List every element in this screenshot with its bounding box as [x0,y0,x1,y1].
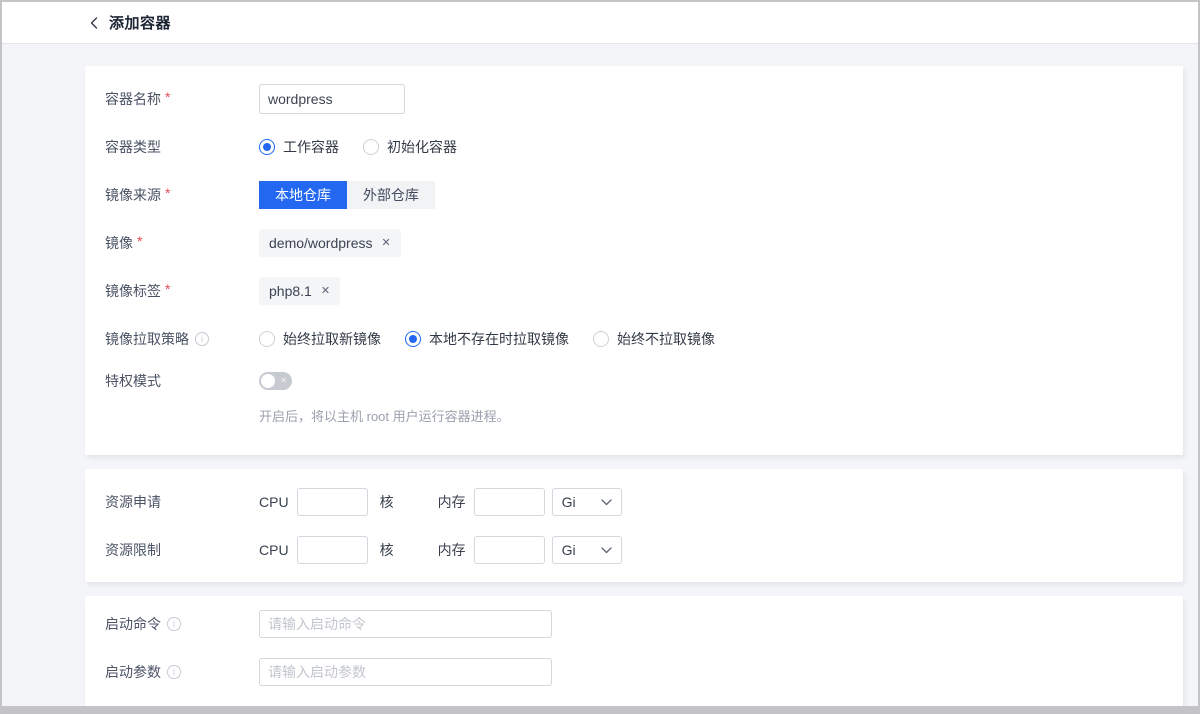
required-mark: * [137,233,142,249]
info-icon[interactable]: i [195,332,209,346]
required-mark: * [165,89,170,105]
radio-never-pull[interactable]: 始终不拉取镜像 [593,329,715,349]
container-type-label: 容器类型 [105,137,259,157]
image-tag-row: 镜像标签 * php8.1 ✕ [105,276,1159,306]
limit-cpu-input[interactable] [297,536,368,564]
required-mark: * [165,281,170,297]
container-type-row: 容器类型 工作容器 初始化容器 [105,132,1159,162]
chevron-down-icon [601,499,612,506]
resource-limit-row: 资源限制 CPU 核 内存 Gi [105,536,1159,564]
radio-label: 始终不拉取镜像 [617,329,715,349]
memory-unit-value: Gi [562,494,576,510]
request-memory-unit-select[interactable]: Gi [552,488,622,516]
radio-label: 始终拉取新镜像 [283,329,381,349]
resource-limit-label: 资源限制 [105,540,259,560]
startup-card: 启动命令 i 启动参数 i [85,596,1183,706]
close-icon[interactable]: ✕ [382,238,391,249]
cpu-label: CPU [259,494,289,510]
radio-selected-icon [259,139,275,155]
resource-request-label: 资源申请 [105,492,259,512]
container-name-label: 容器名称 * [105,89,259,109]
radio-label: 工作容器 [283,137,339,157]
image-source-row: 镜像来源 * 本地仓库 外部仓库 [105,180,1159,210]
radio-selected-icon [405,331,421,347]
toggle-knob [261,374,275,388]
resources-card: 资源申请 CPU 核 内存 Gi 资源限制 CPU [85,469,1183,582]
start-command-row: 启动命令 i [105,610,1159,638]
radio-label: 本地不存在时拉取镜像 [429,329,569,349]
radio-always-pull[interactable]: 始终拉取新镜像 [259,329,381,349]
toggle-off-icon: ✕ [280,377,287,385]
chevron-down-icon [601,547,612,554]
image-source-segmented: 本地仓库 外部仓库 [259,181,435,209]
privileged-mode-control: ✕ 开启后，将以主机 root 用户运行容器进程。 [259,372,510,425]
cpu-unit-label: 核 [380,492,394,512]
back-chevron-icon [88,16,100,30]
close-icon[interactable]: ✕ [321,286,330,297]
start-command-input[interactable] [259,610,552,638]
container-name-row: 容器名称 * [105,84,1159,114]
basic-settings-card: 容器名称 * 容器类型 工作容器 初始化容器 [85,66,1183,455]
radio-label: 初始化容器 [387,137,457,157]
required-mark: * [165,185,170,201]
page-header: 添加容器 [2,2,1198,44]
image-source-label: 镜像来源 * [105,185,259,205]
image-label: 镜像 * [105,233,259,253]
image-tag-label: 镜像标签 * [105,281,259,301]
start-command-label: 启动命令 i [105,614,259,634]
privileged-mode-row: 特权模式 ✕ 开启后，将以主机 root 用户运行容器进程。 [105,372,1159,425]
info-icon[interactable]: i [167,665,181,679]
app-window: 添加容器 容器名称 * 容器类型 工作容器 [0,0,1200,714]
cpu-label: CPU [259,542,289,558]
image-tag-chip[interactable]: php8.1 ✕ [259,277,340,305]
radio-unselected-icon [259,331,275,347]
radio-unselected-icon [363,139,379,155]
back-button[interactable] [88,16,100,30]
cpu-unit-label: 核 [380,540,394,560]
start-args-row: 启动参数 i [105,658,1159,686]
request-memory-input[interactable] [474,488,545,516]
image-row: 镜像 * demo/wordpress ✕ [105,228,1159,258]
container-name-input[interactable] [259,84,405,114]
privileged-hint: 开启后，将以主机 root 用户运行容器进程。 [259,406,510,425]
pull-policy-row: 镜像拉取策略 i 始终拉取新镜像 本地不存在时拉取镜像 始终不拉取镜像 [105,324,1159,354]
request-cpu-input[interactable] [297,488,368,516]
limit-memory-unit-select[interactable]: Gi [552,536,622,564]
pull-policy-label: 镜像拉取策略 i [105,329,259,349]
form-content: 容器名称 * 容器类型 工作容器 初始化容器 [2,44,1198,706]
container-type-radio-group: 工作容器 初始化容器 [259,137,457,157]
privileged-mode-label: 特权模式 [105,372,259,390]
start-args-input[interactable] [259,658,552,686]
radio-work-container[interactable]: 工作容器 [259,137,339,157]
limit-memory-input[interactable] [474,536,545,564]
memory-unit-value: Gi [562,542,576,558]
source-local-registry-button[interactable]: 本地仓库 [259,181,347,209]
image-tag-chip-text: php8.1 [269,283,312,299]
privileged-toggle[interactable]: ✕ [259,372,292,390]
image-chip-text: demo/wordpress [269,235,373,251]
radio-pull-if-not-present[interactable]: 本地不存在时拉取镜像 [405,329,569,349]
memory-label: 内存 [438,540,466,560]
radio-init-container[interactable]: 初始化容器 [363,137,457,157]
pull-policy-radio-group: 始终拉取新镜像 本地不存在时拉取镜像 始终不拉取镜像 [259,329,715,349]
memory-label: 内存 [438,492,466,512]
start-args-label: 启动参数 i [105,662,259,682]
radio-unselected-icon [593,331,609,347]
source-external-registry-button[interactable]: 外部仓库 [347,181,435,209]
image-chip[interactable]: demo/wordpress ✕ [259,229,401,257]
page-title: 添加容器 [109,12,171,33]
resource-request-row: 资源申请 CPU 核 内存 Gi [105,488,1159,516]
info-icon[interactable]: i [167,617,181,631]
